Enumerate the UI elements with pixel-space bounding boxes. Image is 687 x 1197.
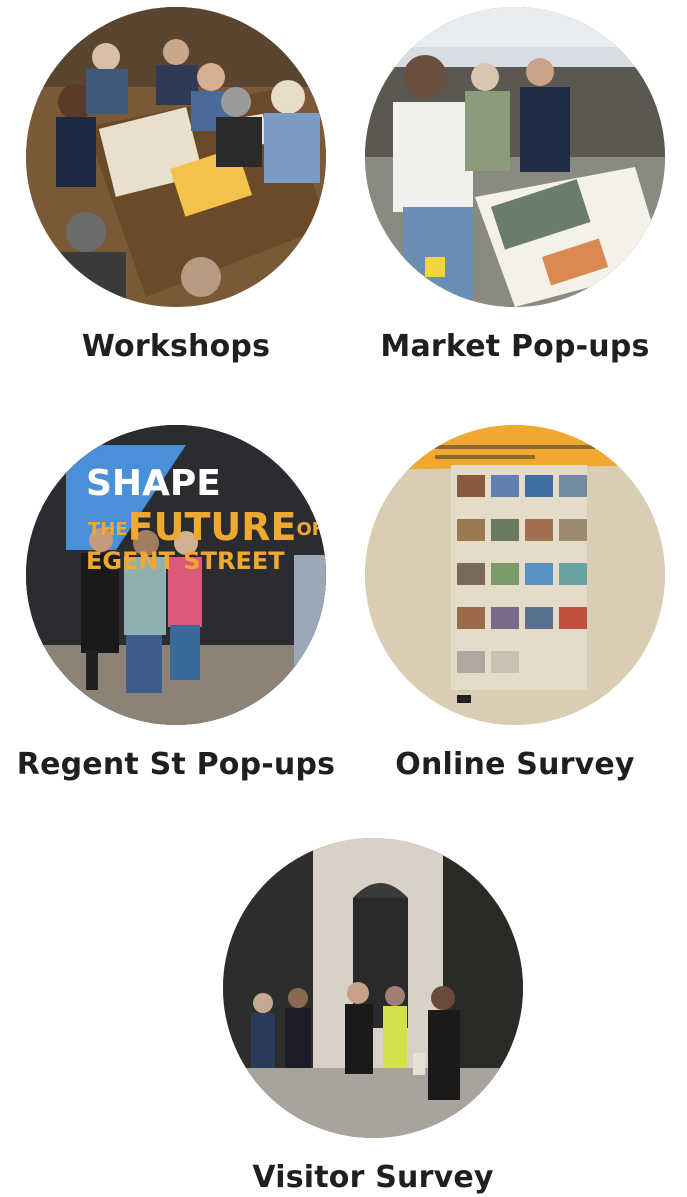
workshops-label: Workshops	[81, 329, 271, 364]
online-survey-screenshot	[365, 425, 665, 725]
market-popups-photo	[365, 7, 665, 307]
visitor-survey-card: Visitor Survey	[223, 838, 523, 1195]
online-survey-label: Online Survey	[395, 747, 635, 782]
regent-st-popups-card: SHAPE THEFUTUREOF EGENT STREET Regent St…	[17, 425, 335, 782]
market-popups-card: Market Pop-ups	[365, 7, 665, 364]
visitor-survey-photo	[223, 838, 523, 1138]
regent-st-popups-photo: SHAPE THEFUTUREOF EGENT STREET	[26, 425, 326, 725]
market-popups-label: Market Pop-ups	[380, 329, 650, 364]
workshops-photo	[26, 7, 326, 307]
online-survey-card: Online Survey	[365, 425, 665, 782]
regent-st-popups-label: Regent St Pop-ups	[16, 747, 336, 782]
visitor-survey-label: Visitor Survey	[252, 1160, 494, 1195]
workshops-card: Workshops	[26, 7, 326, 364]
